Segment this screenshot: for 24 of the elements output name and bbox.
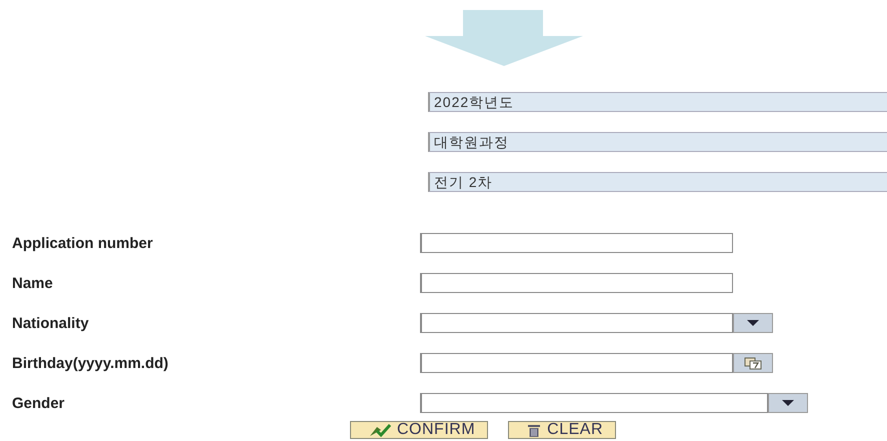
caret-icon — [782, 400, 794, 406]
field-label: Application number — [11, 234, 154, 252]
calendar-icon — [744, 356, 762, 370]
field-label: Gender — [11, 394, 66, 412]
date-field[interactable] — [420, 353, 733, 373]
input-field[interactable] — [420, 273, 733, 293]
dropdown-field[interactable] — [420, 313, 733, 333]
field-label: Nationality — [11, 314, 90, 332]
confirm-button[interactable]: CONFIRM — [350, 421, 488, 439]
readonly-field: 2022학년도 — [428, 92, 887, 112]
readonly-field: 대학원과정 — [428, 132, 887, 152]
dropdown-button[interactable] — [733, 313, 773, 333]
readonly-field: 전기 2차 — [428, 172, 887, 192]
input-field[interactable] — [420, 233, 733, 253]
field-label: Birthday(yyyy.mm.dd) — [11, 354, 170, 372]
field-label: Name — [11, 274, 54, 292]
dropdown-field[interactable] — [420, 393, 768, 413]
check-icon — [369, 424, 391, 436]
caret-icon — [747, 320, 759, 326]
clear-button[interactable]: CLEAR — [508, 421, 616, 439]
down-arrow-icon — [425, 10, 583, 66]
trash-icon — [527, 424, 542, 436]
calendar-button[interactable] — [733, 353, 773, 373]
dropdown-button[interactable] — [768, 393, 808, 413]
